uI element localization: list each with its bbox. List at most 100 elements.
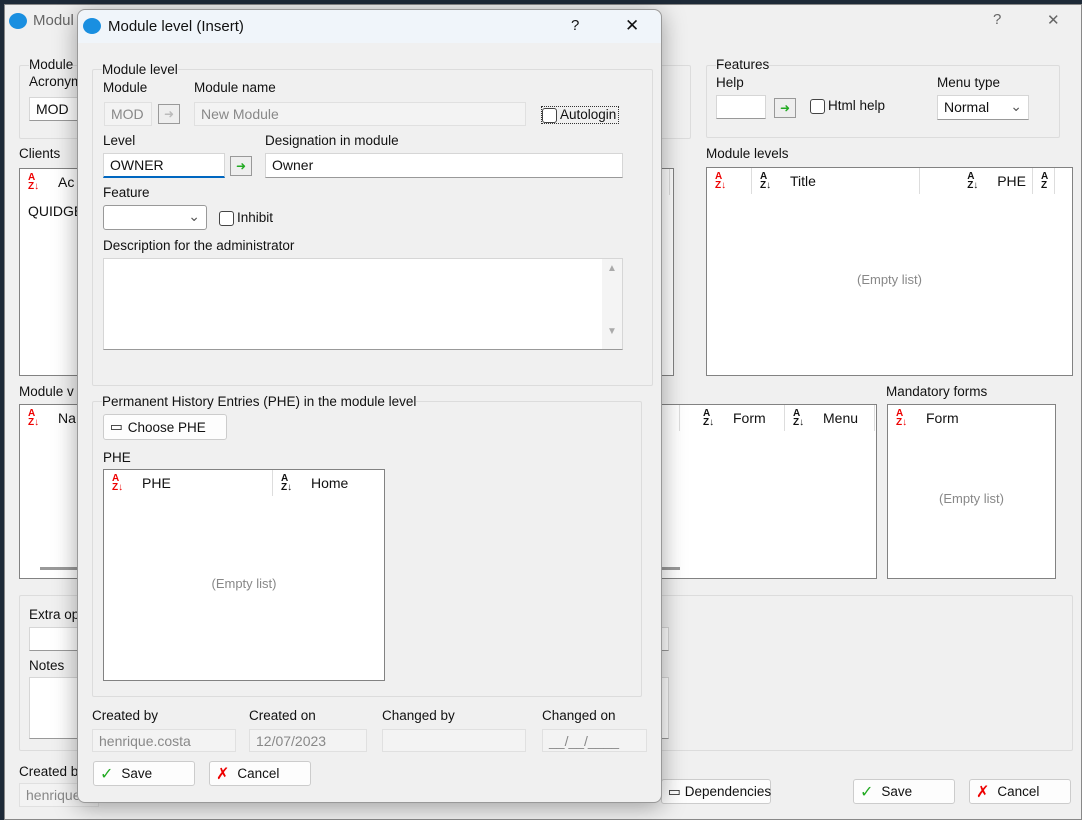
feature-select[interactable]: ⌄ (103, 205, 207, 230)
save-label: Save (121, 766, 153, 781)
module-levels-label: Module levels (706, 146, 789, 161)
extra-options-label: Extra op (29, 607, 80, 622)
chevron-down-icon: ⌄ (188, 208, 200, 224)
autologin-label: Autologin (560, 107, 617, 122)
level-label: Level (103, 133, 136, 148)
app-icon (83, 18, 101, 34)
module-level-dialog: Module level (Insert) ? ✕ Module level M… (77, 9, 662, 803)
dependencies-button[interactable]: ▭ Dependencies (661, 779, 771, 804)
mandatory-forms-list[interactable]: A Z↓ Form (Empty list) (887, 404, 1056, 579)
created-on-field: 12/07/2023 (249, 729, 367, 752)
window-icon: ▭ (110, 419, 123, 434)
module-v-label: Module v (19, 384, 74, 399)
chevron-down-icon: ⌄ (1010, 98, 1022, 114)
designation-field[interactable]: Owner (265, 153, 623, 178)
help-field[interactable] (716, 95, 766, 119)
column-header[interactable]: Ac (58, 174, 74, 190)
menu-type-value: Normal (944, 99, 990, 115)
help-label: Help (716, 75, 744, 90)
phe-list[interactable]: A Z↓ PHE A Z↓ Home (Empty list) (103, 469, 385, 681)
phe-group-label: Permanent History Entries (PHE) in the m… (102, 394, 417, 409)
changed-by-label: Changed by (382, 708, 455, 723)
column-header-form[interactable]: Form (926, 410, 959, 426)
empty-list-text: (Empty list) (939, 491, 1004, 506)
sort-icon: A Z↓ (112, 473, 124, 493)
created-by-field: henrique.costa (92, 729, 236, 752)
x-icon: ✗ (216, 765, 230, 783)
module-label: Module (103, 80, 148, 95)
notes-label: Notes (29, 658, 65, 673)
changed-by-field (382, 729, 526, 752)
dependencies-label: Dependencies (684, 784, 772, 799)
menu-type-label: Menu type (937, 75, 1001, 90)
choose-phe-button[interactable]: ▭ Choose PHE (103, 414, 227, 440)
choose-phe-label: Choose PHE (127, 419, 206, 435)
cancel-button[interactable]: ✗ Cancel (209, 761, 311, 786)
cancel-label: Cancel (997, 784, 1040, 799)
sort-icon: A Z↓ (281, 473, 293, 493)
module-field: MOD (104, 102, 152, 126)
close-button[interactable]: ✕ (1047, 11, 1060, 29)
acronym-label: Acronym (29, 74, 83, 89)
app-icon (9, 13, 27, 29)
sort-icon: A Z↓ (896, 408, 908, 428)
description-field[interactable]: ▲ ▼ (103, 258, 623, 350)
sort-icon: A Z↓ (703, 408, 715, 428)
phe-label: PHE (103, 450, 131, 465)
designation-label: Designation in module (265, 133, 399, 148)
created-by-label: Created by (92, 708, 159, 723)
feature-label: Feature (103, 185, 150, 200)
column-header-home[interactable]: Home (311, 475, 348, 491)
html-help-checkbox[interactable]: Html help (810, 98, 885, 114)
sort-icon: A Z↓ (28, 172, 40, 192)
sort-icon: A Z↓ (28, 408, 40, 428)
vertical-scrollbar[interactable]: ▲ ▼ (602, 259, 622, 349)
pick-icon[interactable]: ➜ (774, 98, 796, 118)
created-by-label: Created b (19, 764, 79, 779)
level-field[interactable]: OWNER (103, 153, 225, 178)
changed-on-field: __/__/____ (542, 729, 647, 752)
module-levels-list[interactable]: A Z↓ A Z↓ Title A Z↓ PHE AZ (Empty list) (706, 167, 1073, 376)
check-icon: ✓ (860, 783, 874, 801)
column-header[interactable]: Na (58, 410, 76, 426)
save-label: Save (881, 784, 913, 799)
empty-list-text: (Empty list) (211, 576, 277, 591)
save-button[interactable]: ✓ Save (93, 761, 195, 786)
inhibit-label: Inhibit (237, 210, 274, 225)
sort-icon: A Z↓ (715, 171, 727, 191)
module-name-label: Module name (194, 80, 276, 95)
close-button[interactable]: ✕ (625, 16, 639, 36)
window-title: Modul (33, 12, 74, 29)
module-level-group-label: Module level (102, 62, 178, 77)
help-button[interactable]: ? (993, 11, 1001, 28)
x-icon: ✗ (976, 783, 990, 801)
sort-icon: A Z↓ (760, 171, 772, 191)
column-header-form[interactable]: Form (733, 410, 766, 426)
column-header-phe[interactable]: PHE (142, 475, 171, 491)
inhibit-checkbox[interactable]: Inhibit (219, 210, 273, 226)
help-button[interactable]: ? (571, 17, 579, 34)
module-name-field: New Module (194, 102, 526, 126)
sort-icon: AZ (1041, 171, 1049, 191)
pick-icon[interactable]: ➜ (230, 156, 252, 176)
menu-type-select[interactable]: Normal ⌄ (937, 95, 1029, 120)
description-label: Description for the administrator (103, 238, 295, 253)
column-header-title[interactable]: Title (790, 173, 816, 189)
html-help-label: Html help (828, 98, 886, 113)
mandatory-forms-label: Mandatory forms (886, 384, 988, 399)
pick-icon: ➜ (158, 104, 180, 124)
module-group-label: Module (29, 57, 74, 72)
clients-label: Clients (19, 146, 61, 161)
sort-icon: A Z↓ (967, 171, 979, 191)
cancel-button[interactable]: ✗ Cancel (969, 779, 1071, 804)
column-header-menu[interactable]: Menu (823, 410, 858, 426)
autologin-checkbox[interactable]: Autologin (541, 106, 620, 124)
window-icon: ▭ (668, 783, 681, 799)
sort-icon: A Z↓ (793, 408, 805, 428)
column-header-phe[interactable]: PHE (997, 173, 1026, 189)
list-item[interactable]: QUIDGE (28, 203, 83, 219)
check-icon: ✓ (100, 765, 114, 783)
features-label: Features (716, 57, 770, 72)
dialog-title: Module level (Insert) (108, 18, 244, 35)
save-button[interactable]: ✓ Save (853, 779, 955, 804)
